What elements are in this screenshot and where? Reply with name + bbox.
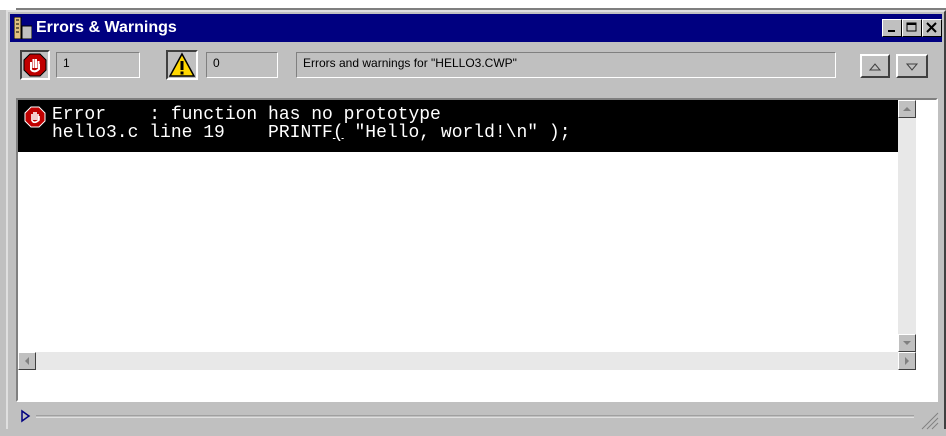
message-source: "Hello, world!\n" ); [343,123,571,143]
resize-grip-icon[interactable] [921,412,939,430]
scroll-up-icon [903,107,911,111]
status-bar [10,404,942,431]
warning-icon [168,52,196,77]
maximize-icon [906,22,917,32]
status-message-field: Errors and warnings for "HELLO3.CWP" [296,52,836,78]
close-icon [926,22,937,33]
message-location: hello3.c line 19 PRINTF [52,123,333,143]
desktop-strip [0,0,946,10]
warnings-filter-button[interactable] [166,50,198,80]
window-menu-icon[interactable] [14,17,32,39]
vertical-scrollbar[interactable] [898,100,916,352]
scroll-right-button[interactable] [898,352,916,370]
message-list[interactable]: Error : function has no prototype hello3… [16,98,938,402]
close-button[interactable] [922,19,942,37]
errors-warnings-window: Errors & Warnings 1 0 Errors and warning… [6,10,946,431]
title-bar[interactable]: Errors & Warnings [10,14,942,42]
minimize-icon [888,30,895,32]
minimize-button[interactable] [882,19,902,37]
scroll-down-button[interactable] [898,334,916,352]
previous-message-button[interactable] [860,54,890,78]
up-arrow-icon [868,63,882,71]
toolbar: 1 0 Errors and warnings for "HELLO3.CWP" [10,44,942,92]
error-icon [24,106,46,128]
down-arrow-icon [905,63,919,71]
scroll-left-button[interactable] [18,352,36,370]
warning-count-field: 0 [206,52,278,78]
message-line-1: Error : function has no prototype [52,105,441,125]
text-cursor: ( [332,123,344,143]
window-title: Errors & Warnings [36,19,177,36]
scroll-up-button[interactable] [898,100,916,118]
status-bar-graphics [21,409,939,430]
next-message-button[interactable] [896,54,928,78]
list-item[interactable]: Error : function has no prototype hello3… [18,100,898,152]
scroll-left-icon [25,357,29,365]
maximize-button[interactable] [902,19,922,37]
stop-hand-icon [23,53,47,77]
message-line-2: hello3.c line 19 PRINTF( "Hello, world!\… [52,124,571,142]
horizontal-scrollbar[interactable] [18,352,916,370]
scroll-down-icon [903,341,911,345]
errors-filter-button[interactable] [20,50,50,80]
scroll-right-icon [905,357,909,365]
play-triangle-icon[interactable] [21,409,31,423]
error-count-field: 1 [56,52,140,78]
